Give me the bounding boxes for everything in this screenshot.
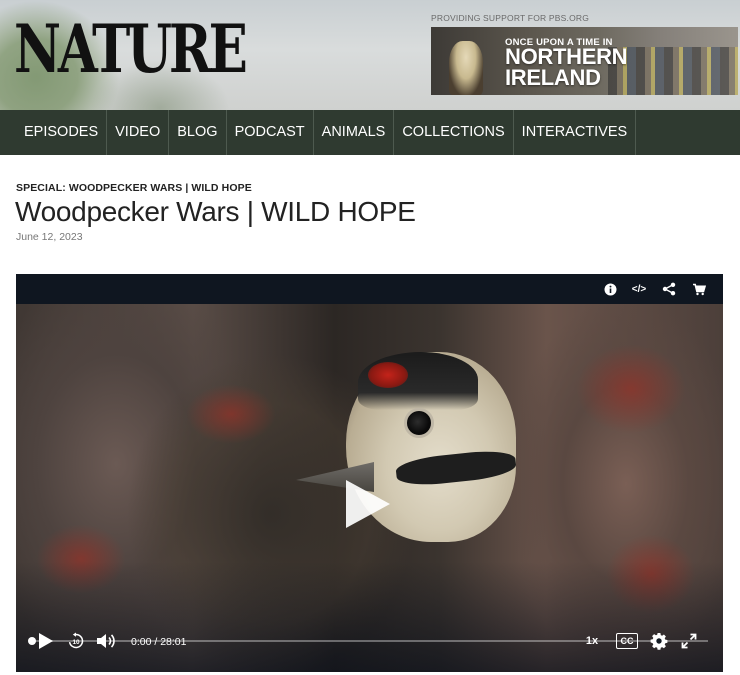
embed-icon[interactable]: </> (630, 280, 648, 298)
promo-line-3: IRELAND (505, 65, 601, 90)
nav-item-collections[interactable]: COLLECTIONS (394, 110, 514, 155)
duration: 28:01 (160, 636, 187, 648)
nav-item-episodes[interactable]: EPISODES (0, 110, 108, 155)
time-separator: / (154, 636, 158, 648)
article-eyebrow[interactable]: SPECIAL: WOODPECKER WARS | WILD HOPE (16, 182, 252, 194)
fullscreen-icon[interactable] (679, 631, 699, 651)
settings-gear-icon[interactable] (649, 631, 669, 651)
player-top-bar: </> (16, 274, 723, 304)
publish-date: June 12, 2023 (16, 231, 83, 243)
video-player[interactable]: </> 10 0:00 / 28:01 1x CC (16, 274, 723, 672)
nav-item-podcast[interactable]: PODCAST (227, 110, 314, 155)
promo-banner[interactable]: ONCE UPON A TIME IN NORTHERN IRELAND (431, 27, 738, 95)
play-icon[interactable] (36, 631, 56, 651)
site-header: NATURE PROVIDING SUPPORT FOR PBS.ORG ONC… (0, 0, 740, 110)
current-time: 0:00 (131, 636, 152, 648)
site-logo[interactable]: NATURE (14, 16, 248, 82)
promo-crowd-image (608, 47, 738, 95)
share-icon[interactable] (660, 280, 678, 298)
replay-seconds: 10 (72, 639, 80, 646)
replay-10-icon[interactable]: 10 (66, 631, 86, 651)
playback-speed-button[interactable]: 1x (582, 632, 602, 650)
captions-button[interactable]: CC (616, 633, 638, 649)
volume-icon[interactable] (95, 631, 117, 651)
big-play-icon[interactable] (346, 480, 390, 528)
progress-knob[interactable] (28, 637, 36, 645)
nav-item-animals[interactable]: ANIMALS (314, 110, 395, 155)
sponsor-notice: PROVIDING SUPPORT FOR PBS.ORG (431, 13, 590, 23)
nav-item-video[interactable]: VIDEO (107, 110, 170, 155)
cart-icon[interactable] (690, 280, 708, 298)
nav-item-blog[interactable]: BLOG (169, 110, 227, 155)
info-icon[interactable] (601, 280, 619, 298)
promo-figure-image (449, 41, 483, 95)
time-display: 0:00 / 28:01 (131, 636, 186, 648)
video-frame[interactable] (16, 304, 723, 672)
main-nav: EPISODES VIDEO BLOG PODCAST ANIMALS COLL… (0, 110, 740, 155)
page-title: Woodpecker Wars | WILD HOPE (15, 196, 416, 227)
nav-item-interactives[interactable]: INTERACTIVES (514, 110, 637, 155)
